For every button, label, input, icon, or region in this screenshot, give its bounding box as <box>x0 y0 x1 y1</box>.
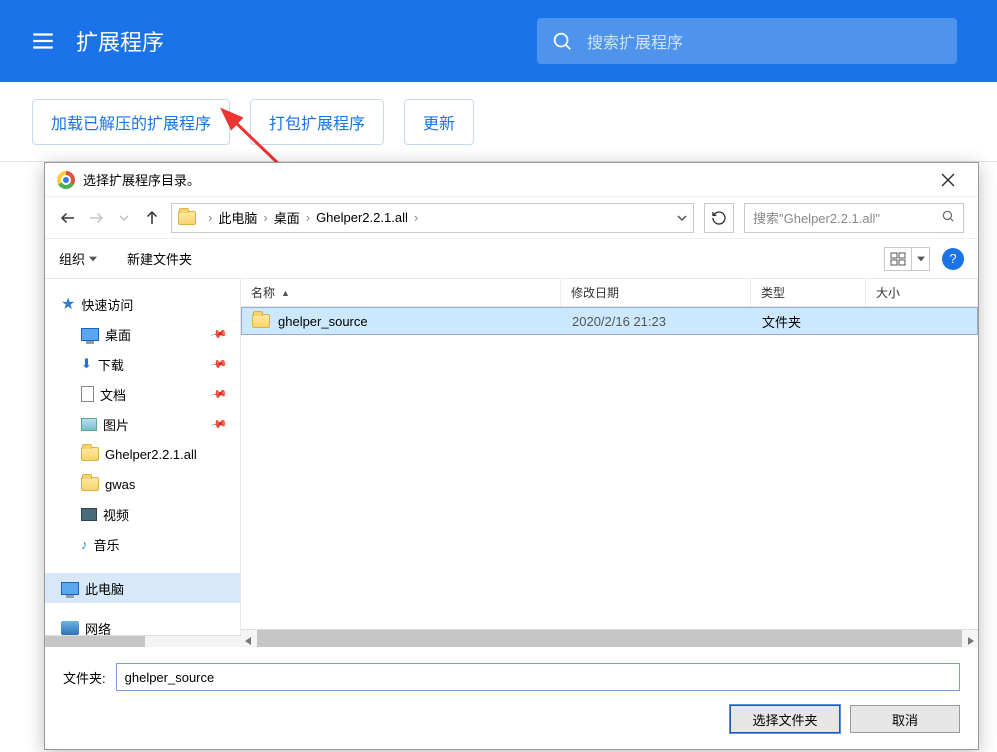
breadcrumb[interactable]: › 此电脑› 桌面› Ghelper2.2.1.all› <box>171 203 694 233</box>
search-placeholder: 搜索扩展程序 <box>587 29 683 53</box>
scroll-left-icon[interactable] <box>243 633 253 651</box>
pin-icon: 📌 <box>210 355 229 374</box>
pin-icon: 📌 <box>210 385 229 404</box>
dialog-nav: › 此电脑› 桌面› Ghelper2.2.1.all› 搜索"Ghelper2… <box>45 197 978 239</box>
view-dropdown-icon[interactable] <box>912 247 930 271</box>
pin-icon: 📌 <box>210 415 229 434</box>
breadcrumb-seg-1[interactable]: 桌面 <box>274 208 300 227</box>
load-unpacked-button[interactable]: 加载已解压的扩展程序 <box>32 99 230 145</box>
tree-documents[interactable]: 文档📌 <box>45 379 240 409</box>
view-mode-button[interactable] <box>884 247 912 271</box>
page-title: 扩展程序 <box>76 25 164 57</box>
pack-extension-button[interactable]: 打包扩展程序 <box>250 99 384 145</box>
new-folder-button[interactable]: 新建文件夹 <box>127 249 192 268</box>
folder-icon <box>252 314 270 328</box>
close-button[interactable] <box>930 166 966 194</box>
breadcrumb-seg-2[interactable]: Ghelper2.2.1.all <box>316 210 408 225</box>
organize-menu[interactable]: 组织 <box>59 249 97 268</box>
dialog-search-input[interactable]: 搜索"Ghelper2.2.1.all" <box>744 203 964 233</box>
nav-recent-dropdown-icon[interactable] <box>115 209 133 227</box>
dialog-footer: 文件夹: 选择文件夹 取消 <box>45 647 978 747</box>
pc-icon <box>61 582 79 595</box>
download-icon: ⬇ <box>81 356 92 372</box>
tree-downloads[interactable]: ⬇下载📌 <box>45 349 240 379</box>
file-list-scrollbar[interactable] <box>241 629 978 647</box>
tree-pictures[interactable]: 图片📌 <box>45 409 240 439</box>
tree-desktop[interactable]: 桌面📌 <box>45 319 240 349</box>
file-row-selected[interactable]: ghelper_source 2020/2/16 21:23 文件夹 <box>241 307 978 335</box>
column-headers[interactable]: 名称▲ 修改日期 类型 大小 <box>241 279 978 307</box>
search-icon <box>941 209 955 226</box>
tree-this-pc[interactable]: 此电脑 <box>45 573 240 603</box>
document-icon <box>81 386 94 402</box>
scroll-right-icon[interactable] <box>966 633 976 651</box>
dialog-title: 选择扩展程序目录。 <box>83 170 200 189</box>
tree-network[interactable]: 网络 <box>45 613 240 635</box>
pin-icon: 📌 <box>210 325 229 344</box>
dialog-toolbar: 组织 新建文件夹 ? <box>45 239 978 279</box>
tree-music[interactable]: ♪音乐 <box>45 529 240 559</box>
col-size[interactable]: 大小 <box>866 279 978 306</box>
extensions-toolbar: 加载已解压的扩展程序 打包扩展程序 更新 <box>0 82 997 162</box>
tree-video[interactable]: 视频 <box>45 499 240 529</box>
col-name: 名称▲ <box>241 279 561 306</box>
chrome-icon <box>57 171 75 189</box>
refresh-button[interactable] <box>704 203 734 233</box>
select-folder-button[interactable]: 选择文件夹 <box>730 705 840 733</box>
sort-asc-icon: ▲ <box>281 288 290 298</box>
col-date[interactable]: 修改日期 <box>561 279 751 306</box>
cancel-button[interactable]: 取消 <box>850 705 960 733</box>
menu-icon[interactable] <box>30 28 56 54</box>
dialog-search-placeholder: 搜索"Ghelper2.2.1.all" <box>753 208 880 227</box>
update-button[interactable]: 更新 <box>404 99 474 145</box>
search-extensions-input[interactable]: 搜索扩展程序 <box>537 18 957 64</box>
folder-icon <box>81 477 99 491</box>
video-icon <box>81 508 97 521</box>
folder-name-input[interactable] <box>116 663 960 691</box>
tree-quick-access[interactable]: ★快速访问 <box>45 289 240 319</box>
star-icon: ★ <box>61 294 75 314</box>
folder-picker-dialog: 选择扩展程序目录。 › 此电脑› 桌面› Ghelper2.2.1.all› 搜… <box>44 162 979 750</box>
nav-tree: ★快速访问 桌面📌 ⬇下载📌 文档📌 图片📌 Ghelper2.2.1.all … <box>45 279 241 635</box>
tree-scrollbar[interactable] <box>45 635 241 647</box>
tree-gwas[interactable]: gwas <box>45 469 240 499</box>
nav-up-icon[interactable] <box>143 209 161 227</box>
picture-icon <box>81 418 97 431</box>
help-button[interactable]: ? <box>942 248 964 270</box>
music-icon: ♪ <box>81 537 88 552</box>
file-list: 名称▲ 修改日期 类型 大小 ghelper_source 2020/2/16 … <box>241 279 978 647</box>
folder-icon <box>81 447 99 461</box>
desktop-icon <box>81 328 99 341</box>
breadcrumb-seg-0[interactable]: 此电脑 <box>218 208 257 227</box>
breadcrumb-dropdown-icon[interactable] <box>677 213 687 223</box>
nav-back-icon[interactable] <box>59 209 77 227</box>
network-icon <box>61 621 79 635</box>
folder-label: 文件夹: <box>63 668 106 687</box>
nav-forward-icon[interactable] <box>87 209 105 227</box>
chrome-extensions-header: 扩展程序 搜索扩展程序 <box>0 0 997 82</box>
dialog-titlebar: 选择扩展程序目录。 <box>45 163 978 197</box>
folder-icon <box>178 211 196 225</box>
tree-ghelper[interactable]: Ghelper2.2.1.all <box>45 439 240 469</box>
col-type[interactable]: 类型 <box>751 279 866 306</box>
